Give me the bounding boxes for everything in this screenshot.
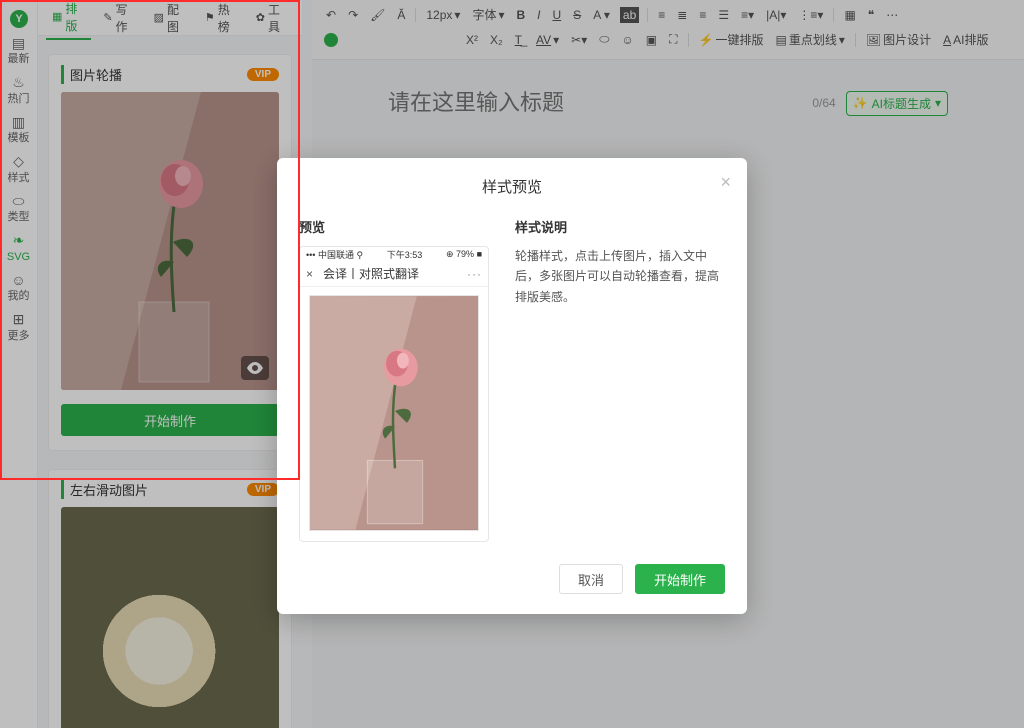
desc-text: 轮播样式，点击上传图片，插入文中后，多张图片可以自动轮播查看，提高排版美感。 [515,246,725,307]
phone-page-title: 会译丨对照式翻译 [323,265,419,282]
time-label: 下午3:53 [387,248,423,261]
modal-overlay[interactable]: 样式预览 × 预览 ••• 中国联通 ⚲ 下午3:53 ⊕ 79% ■ × 会译… [0,0,1024,728]
desc-heading: 样式说明 [515,217,725,236]
confirm-button[interactable]: 开始制作 [635,564,725,594]
close-icon[interactable]: × [720,172,731,193]
phone-more-icon: ··· [467,267,482,281]
battery-label: ⊕ 79% ■ [446,249,482,260]
preview-heading: 预览 [299,217,489,236]
cancel-button[interactable]: 取消 [559,564,623,594]
phone-preview-image [309,295,479,531]
phone-preview: ••• 中国联通 ⚲ 下午3:53 ⊕ 79% ■ × 会译丨对照式翻译 ··· [299,246,489,542]
style-preview-modal: 样式预览 × 预览 ••• 中国联通 ⚲ 下午3:53 ⊕ 79% ■ × 会译… [277,158,747,614]
phone-close-icon: × [306,267,313,281]
carrier-label: ••• 中国联通 ⚲ [306,248,363,261]
modal-title: 样式预览 [299,176,725,197]
